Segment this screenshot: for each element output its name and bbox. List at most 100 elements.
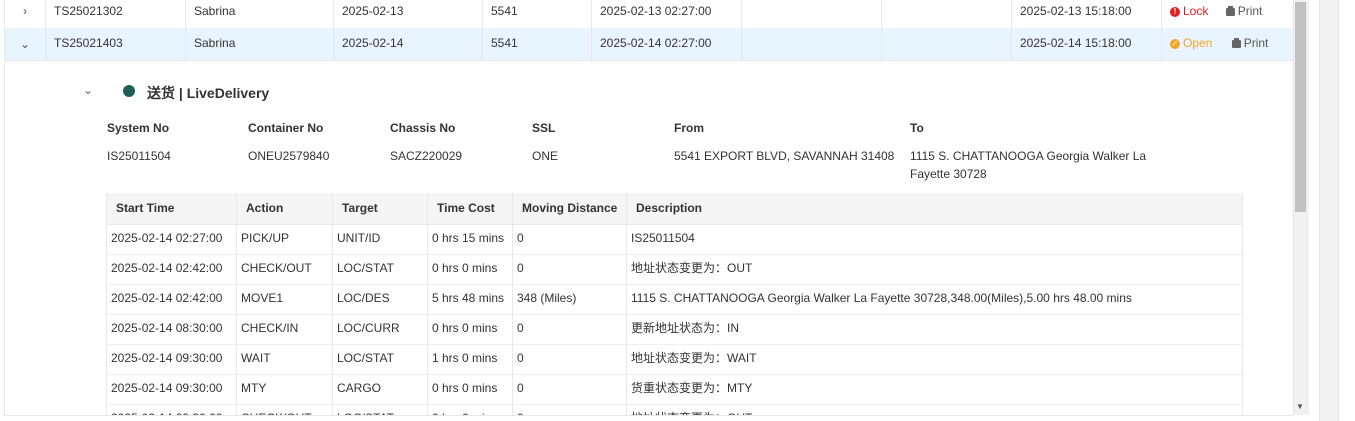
empty-cell: [882, 28, 1012, 60]
start-time: 2025-02-14 09:30:00: [107, 404, 237, 415]
moving-distance: 0: [513, 374, 627, 404]
description: 地址状态变更为：WAIT: [631, 351, 757, 365]
description: 货重状态变更为：MTY: [631, 381, 753, 395]
print-label: Print: [1237, 4, 1263, 18]
end-time-cell: 2025-02-13 15:18:00: [1012, 0, 1162, 28]
start-time: 2025-02-14 09:30:00: [107, 344, 237, 374]
start-time: 2025-02-14 02:42:00: [107, 254, 237, 284]
moving-distance: 0: [513, 314, 627, 344]
target: LOC/STAT: [333, 344, 428, 374]
system-no-value: IS25011504: [107, 149, 171, 163]
action: PICK/UP: [237, 224, 333, 254]
start-time: 2025-02-14 09:30:00: [107, 374, 237, 404]
container-no-label: Container No: [248, 121, 324, 135]
action: CHECK/OUT: [237, 254, 333, 284]
order-detail-panel: ⌄ 送货 | LiveDelivery System No Container …: [56, 61, 1243, 415]
target: CARGO: [333, 374, 428, 404]
order-no-cell: TS25021403: [46, 28, 186, 60]
lock-icon: !: [1170, 6, 1180, 17]
start-time: 2025-02-14 08:30:00: [107, 314, 237, 344]
table-row-selected[interactable]: ⌄ TS25021403 Sabrina 2025-02-14 5541 202…: [5, 28, 1294, 61]
action: MTY: [237, 374, 333, 404]
expand-row-icon[interactable]: ›: [5, 0, 46, 28]
empty-cell: [882, 0, 1012, 28]
table-row: 2025-02-14 09:30:00 MTY CARGO 0 hrs 0 mi…: [107, 374, 1242, 405]
order-no-cell: TS25021302: [46, 0, 186, 28]
detail-title: 送货 | LiveDelivery: [147, 85, 270, 101]
from-value: 5541 EXPORT BLVD, SAVANNAH 31408: [674, 149, 895, 163]
code-cell: 5541: [483, 0, 592, 28]
lock-status-link[interactable]: ! Lock: [1170, 4, 1212, 18]
scrollbar-thumb[interactable]: [1295, 2, 1306, 212]
table-row: 2025-02-14 08:30:00 CHECK/IN LOC/CURR 0 …: [107, 314, 1242, 345]
table-header: Start Time Action Target Time Cost Movin…: [107, 193, 1242, 225]
chassis-no-value: SACZ220029: [390, 149, 463, 163]
start-time-cell: 2025-02-14 02:27:00: [592, 28, 742, 60]
time-cost: 5 hrs 48 mins: [428, 284, 513, 314]
description: IS25011504: [631, 231, 695, 245]
status-label: Open: [1183, 36, 1213, 50]
driver-cell: Sabrina: [186, 0, 334, 28]
open-status-link[interactable]: ✓ Open: [1170, 36, 1216, 50]
description: 1115 S. CHATTANOOGA Georgia Walker La Fa…: [631, 291, 1132, 305]
container-no-value: ONEU2579840: [248, 149, 330, 163]
chassis-no-label: Chassis No: [390, 121, 456, 135]
target: LOC/CURR: [333, 314, 428, 344]
description: 地址状态变更为：OUT: [627, 404, 1242, 415]
time-cost: 0 hrs 0 mins: [428, 314, 513, 344]
actions-cell: ✓ Open Print: [1162, 28, 1294, 60]
empty-cell: [742, 28, 882, 60]
delivery-status-dot: [123, 85, 135, 97]
action: WAIT: [237, 344, 333, 374]
print-button[interactable]: Print: [1225, 4, 1263, 18]
moving-distance: 348 (Miles): [513, 284, 627, 314]
description: 更新地址状态为：IN: [631, 321, 740, 335]
end-time-cell: 2025-02-14 15:18:00: [1012, 28, 1162, 60]
collapse-detail-icon[interactable]: ⌄: [83, 83, 93, 97]
code-cell: 5541: [483, 28, 592, 60]
column-header: Action: [237, 193, 333, 224]
orders-grid: › TS25021302 Sabrina 2025-02-13 5541 202…: [4, 0, 1294, 416]
table-row: 2025-02-14 02:42:00 CHECK/OUT LOC/STAT 0…: [107, 254, 1242, 285]
from-label: From: [674, 121, 704, 135]
target: LOC/STAT: [333, 404, 428, 415]
open-check-icon: ✓: [1170, 38, 1180, 49]
scroll-down-arrow-icon[interactable]: ▼: [1296, 402, 1304, 411]
print-label: Print: [1243, 36, 1269, 50]
ssl-label: SSL: [532, 121, 556, 135]
time-cost: 0 hrs 0 mins: [428, 404, 513, 415]
date-cell: 2025-02-13: [334, 0, 483, 28]
table-row: 2025-02-14 02:27:00 PICK/UP UNIT/ID 0 hr…: [107, 224, 1242, 255]
to-value: 1115 S. CHATTANOOGA Georgia Walker La Fa…: [910, 149, 1147, 181]
target: LOC/DES: [333, 284, 428, 314]
time-cost: 0 hrs 15 mins: [428, 224, 513, 254]
status-label: Lock: [1183, 4, 1209, 18]
printer-icon: [1225, 5, 1235, 16]
column-header: Description: [636, 201, 703, 215]
start-time-cell: 2025-02-13 02:27:00: [592, 0, 742, 28]
time-cost: 0 hrs 0 mins: [428, 254, 513, 284]
printer-icon: [1231, 37, 1241, 48]
actions-cell: ! Lock Print: [1162, 0, 1294, 28]
column-header: Target: [333, 193, 428, 224]
action: CHECK/OUT: [237, 404, 333, 415]
ssl-value: ONE: [532, 149, 559, 163]
driver-cell: Sabrina: [186, 28, 334, 60]
movement-log-table: Start Time Action Target Time Cost Movin…: [106, 193, 1243, 415]
table-row: 2025-02-14 09:30:00 WAIT LOC/STAT 1 hrs …: [107, 344, 1242, 375]
action: CHECK/IN: [237, 314, 333, 344]
table-row[interactable]: › TS25021302 Sabrina 2025-02-13 5541 202…: [5, 0, 1294, 29]
action: MOVE1: [237, 284, 333, 314]
empty-cell: [742, 0, 882, 28]
column-header: Time Cost: [428, 193, 513, 224]
print-button[interactable]: Print: [1231, 36, 1269, 50]
target: LOC/STAT: [333, 254, 428, 284]
page-scrollbar-track[interactable]: [1319, 0, 1339, 421]
to-label: To: [910, 121, 924, 135]
table-row: 2025-02-14 09:30:00 CHECK/OUT LOC/STAT 0…: [107, 404, 1242, 415]
table-row: 2025-02-14 02:42:00 MOVE1 LOC/DES 5 hrs …: [107, 284, 1242, 315]
moving-distance: 0: [513, 254, 627, 284]
time-cost: 0 hrs 0 mins: [428, 374, 513, 404]
collapse-row-icon[interactable]: ⌄: [5, 28, 46, 60]
start-time: 2025-02-14 02:27:00: [107, 224, 237, 254]
